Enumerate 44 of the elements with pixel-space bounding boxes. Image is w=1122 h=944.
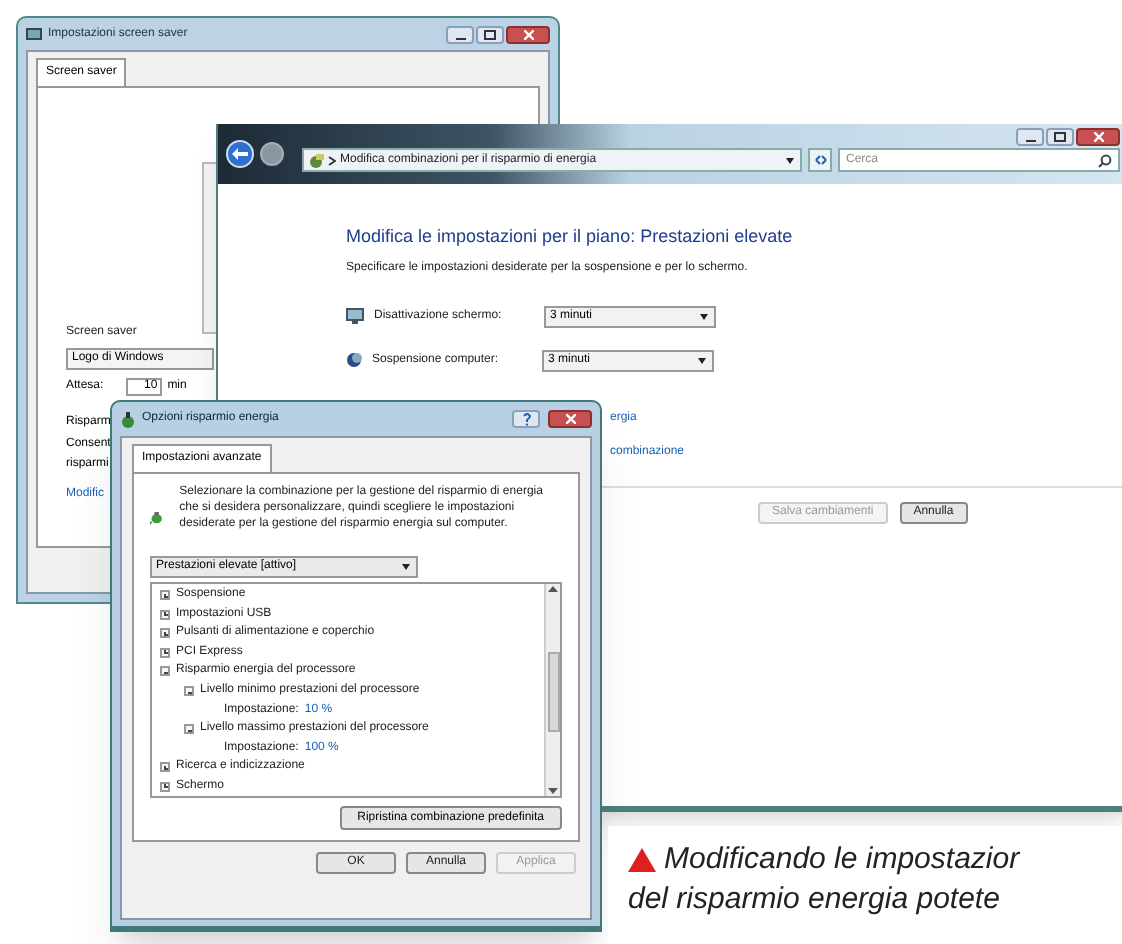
expand-toggle[interactable] bbox=[160, 628, 170, 639]
caption-text: del risparmio energia potete bbox=[628, 880, 1000, 920]
arrow-left-icon bbox=[232, 148, 248, 160]
expand-toggle[interactable] bbox=[160, 590, 170, 601]
scrollbar[interactable] bbox=[544, 584, 560, 796]
caret-icon bbox=[784, 155, 796, 165]
refresh-icon bbox=[813, 154, 827, 166]
moon-icon bbox=[346, 352, 362, 368]
caret-icon bbox=[696, 355, 708, 365]
back-button[interactable] bbox=[226, 140, 254, 168]
close-icon bbox=[523, 29, 533, 39]
close-button[interactable] bbox=[506, 25, 550, 43]
screen-icon bbox=[26, 27, 42, 41]
expand-toggle[interactable] bbox=[160, 781, 170, 792]
caret-icon bbox=[400, 562, 412, 572]
expand-toggle[interactable] bbox=[160, 609, 170, 620]
caret-icon bbox=[698, 311, 710, 321]
close-button[interactable] bbox=[548, 410, 592, 428]
chevron-icon bbox=[328, 155, 336, 165]
power-plan-icon bbox=[120, 411, 136, 427]
maximize-button[interactable] bbox=[1046, 128, 1074, 146]
caption-text: Modificando le impostazior bbox=[664, 840, 1020, 880]
triangle-icon bbox=[628, 848, 656, 872]
close-icon bbox=[1093, 132, 1103, 142]
expand-toggle[interactable] bbox=[160, 647, 170, 658]
search-icon bbox=[1098, 153, 1112, 167]
close-icon bbox=[565, 414, 575, 424]
control-panel-icon bbox=[308, 153, 324, 167]
scroll-down-icon bbox=[548, 788, 558, 794]
refresh-button[interactable] bbox=[808, 148, 832, 172]
question-icon bbox=[521, 412, 531, 426]
minimize-button[interactable] bbox=[1016, 128, 1044, 146]
minimize-button[interactable] bbox=[446, 25, 474, 43]
close-button[interactable] bbox=[1076, 128, 1120, 146]
collapse-toggle[interactable] bbox=[160, 666, 170, 677]
forward-button[interactable] bbox=[260, 142, 284, 166]
collapse-toggle[interactable] bbox=[184, 724, 194, 735]
maximize-button[interactable] bbox=[476, 25, 504, 43]
collapse-toggle[interactable] bbox=[184, 686, 194, 696]
page-heading: Modifica le impostazioni per il piano: Prestazioni elevate bbox=[346, 224, 795, 250]
scroll-up-icon bbox=[548, 586, 558, 592]
expand-toggle[interactable] bbox=[160, 762, 170, 773]
help-button[interactable] bbox=[512, 410, 540, 428]
monitor-icon bbox=[346, 308, 364, 324]
